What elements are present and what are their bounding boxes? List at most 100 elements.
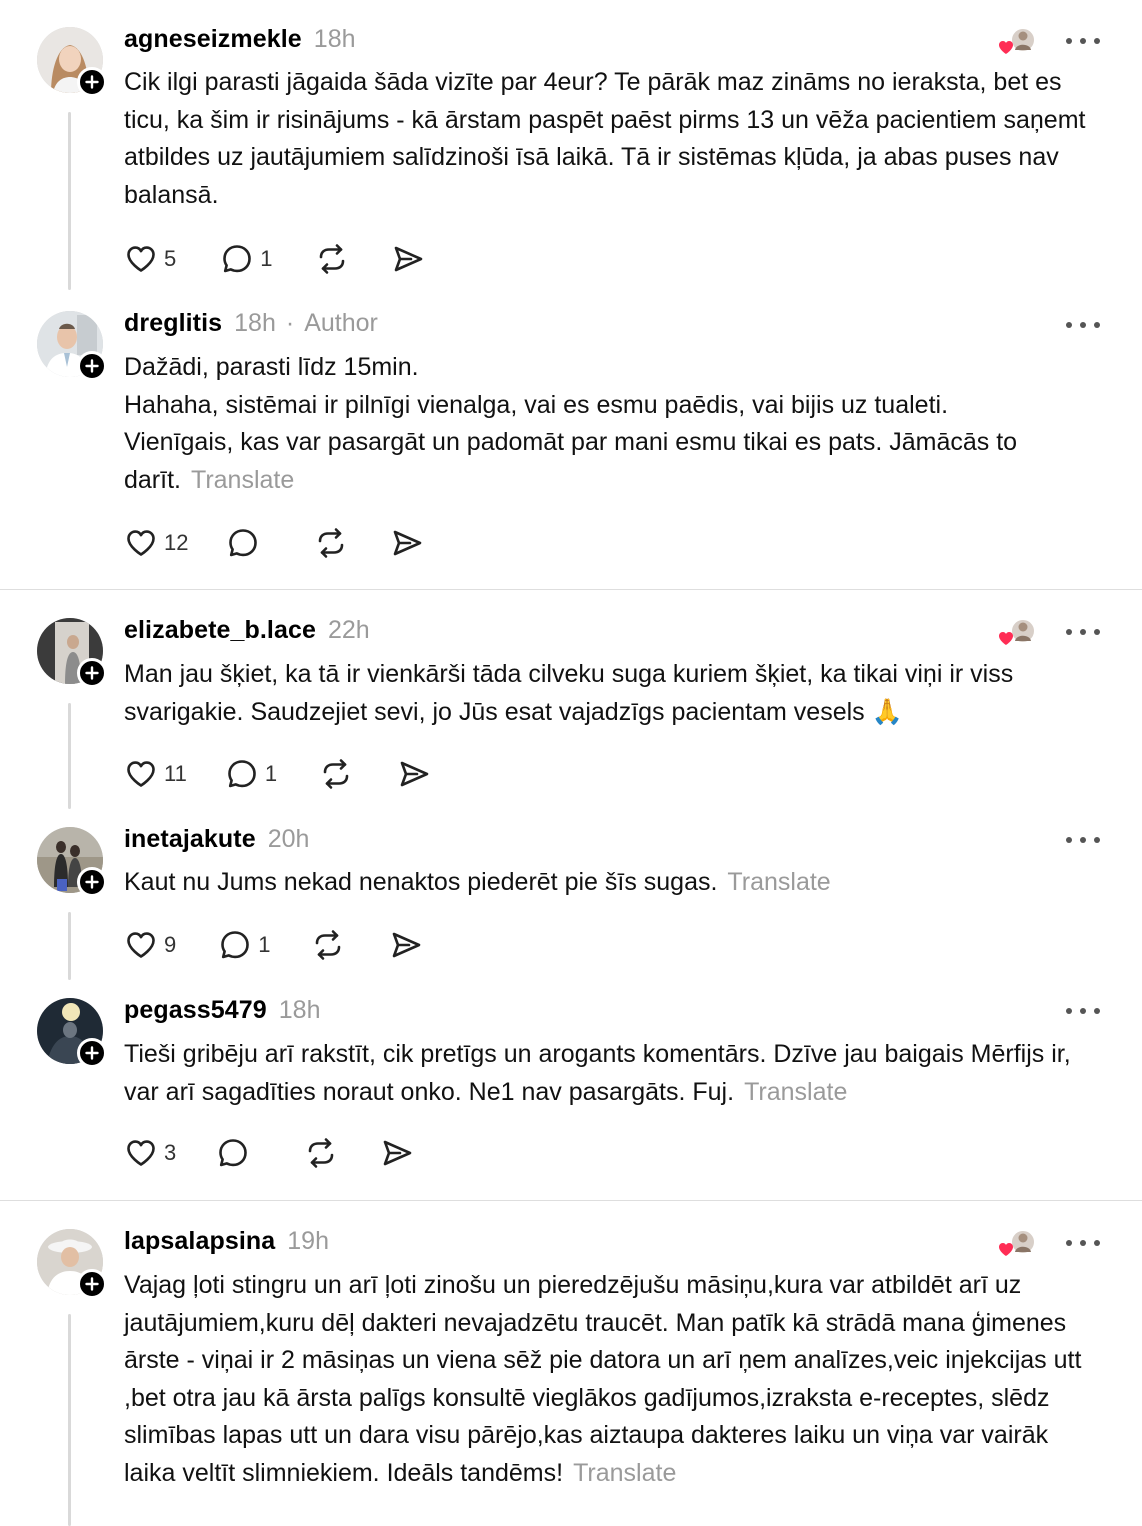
avatar[interactable] — [37, 1229, 107, 1299]
repost-icon — [311, 928, 345, 962]
post-text: Dažādi, parasti līdz 15min. Hahaha, sist… — [124, 353, 1018, 494]
post-text: Man jau šķiet, ka tā ir vienkārši tāda c… — [124, 660, 1014, 726]
heart-icon — [124, 1136, 158, 1170]
more-options-button[interactable] — [1066, 1006, 1100, 1016]
repost-icon — [314, 526, 348, 560]
like-button[interactable]: 12 — [124, 526, 188, 560]
plus-icon — [85, 359, 99, 373]
timestamp: 19h — [287, 1227, 329, 1255]
share-button[interactable] — [389, 928, 423, 962]
liked-by-author-icon — [997, 26, 1037, 56]
reply-count: 1 — [260, 246, 273, 271]
avatar[interactable] — [37, 27, 107, 97]
username[interactable]: pegass5479 — [124, 996, 267, 1025]
repost-button[interactable] — [314, 526, 348, 560]
thread-line — [68, 703, 71, 809]
heart-icon — [124, 526, 158, 560]
more-options-button[interactable] — [1066, 1238, 1100, 1248]
share-button[interactable] — [391, 242, 425, 276]
separator-dot: · — [285, 309, 295, 337]
liked-by-author-icon — [997, 1228, 1037, 1258]
repost-icon — [304, 1136, 338, 1170]
share-button[interactable] — [397, 757, 431, 791]
share-button[interactable] — [380, 1136, 414, 1170]
translate-link[interactable]: Translate — [573, 1459, 676, 1487]
thread-divider — [0, 1200, 1142, 1201]
share-icon — [389, 928, 423, 962]
timestamp: 18h — [278, 996, 321, 1024]
like-button[interactable]: 9 — [124, 928, 176, 962]
repost-button[interactable] — [319, 757, 353, 791]
username[interactable]: elizabete_b.lace — [124, 616, 316, 645]
share-icon — [380, 1136, 414, 1170]
post-text: Vajag ļoti stingru un arī ļoti zinošu un… — [124, 1271, 1082, 1487]
repost-button[interactable] — [315, 242, 349, 276]
follow-button[interactable] — [77, 1038, 107, 1068]
heart-icon — [124, 242, 158, 276]
thread-line — [68, 112, 71, 290]
liked-by-author-icon — [997, 617, 1037, 647]
like-button[interactable]: 11 — [124, 757, 187, 791]
share-button[interactable] — [390, 526, 424, 560]
plus-icon — [85, 1277, 99, 1291]
timestamp: 20h — [267, 825, 310, 853]
reply-button[interactable]: 1 — [225, 757, 277, 791]
reply-button[interactable] — [216, 1136, 266, 1170]
username[interactable]: lapsalapsina — [124, 1227, 275, 1256]
comment-icon — [218, 928, 252, 962]
plus-icon — [85, 875, 99, 889]
username[interactable]: agneseizmekle — [124, 25, 302, 54]
plus-icon — [85, 75, 99, 89]
more-options-button[interactable] — [1066, 835, 1100, 845]
plus-icon — [85, 666, 99, 680]
reply-button[interactable]: 1 — [220, 242, 273, 276]
avatar[interactable] — [37, 998, 107, 1068]
reply-count: 1 — [264, 761, 278, 786]
comment-icon — [216, 1136, 250, 1170]
more-options-button[interactable] — [1066, 36, 1100, 46]
post-text: Tieši gribēju arī rakstīt, cik pretīgs u… — [124, 1040, 1071, 1106]
reply-button[interactable]: 1 — [218, 928, 271, 962]
comment-icon — [225, 757, 259, 791]
like-count: 9 — [164, 932, 177, 957]
more-options-button[interactable] — [1066, 320, 1100, 330]
post-text: Kaut nu Jums nekad nenaktos piederēt pie… — [124, 868, 831, 896]
reply-count: 1 — [258, 932, 271, 957]
follow-button[interactable] — [77, 351, 107, 381]
post-text: Cik ilgi parasti jāgaida šāda vizīte par… — [124, 68, 1086, 209]
timestamp: 18h — [313, 25, 356, 53]
repost-button[interactable] — [304, 1136, 338, 1170]
comment-icon — [220, 242, 254, 276]
like-count: 12 — [164, 530, 189, 555]
username[interactable]: inetajakute — [124, 825, 256, 854]
follow-button[interactable] — [77, 658, 107, 688]
like-count: 5 — [164, 246, 177, 271]
repost-button[interactable] — [311, 928, 345, 962]
timestamp: 22h — [327, 616, 370, 644]
thread-divider — [0, 589, 1142, 590]
author-label: Author — [304, 309, 378, 337]
share-icon — [397, 757, 431, 791]
comment-icon — [226, 526, 260, 560]
plus-icon — [85, 1046, 99, 1060]
follow-button[interactable] — [77, 1269, 107, 1299]
share-icon — [390, 526, 424, 560]
translate-link[interactable]: Translate — [744, 1078, 847, 1106]
translate-link[interactable]: Translate — [727, 868, 830, 896]
heart-icon — [124, 928, 158, 962]
repost-icon — [319, 757, 353, 791]
more-options-button[interactable] — [1066, 627, 1100, 637]
translate-link[interactable]: Translate — [191, 466, 294, 494]
username[interactable]: dreglitis — [124, 309, 222, 338]
like-count: 11 — [164, 761, 187, 786]
avatar[interactable] — [37, 311, 107, 381]
like-button[interactable]: 3 — [124, 1136, 176, 1170]
follow-button[interactable] — [77, 867, 107, 897]
like-count: 3 — [164, 1140, 177, 1165]
follow-button[interactable] — [77, 67, 107, 97]
avatar[interactable] — [37, 618, 107, 688]
thread-line — [68, 1314, 71, 1526]
reply-button[interactable] — [226, 526, 276, 560]
like-button[interactable]: 5 — [124, 242, 176, 276]
avatar[interactable] — [37, 827, 107, 897]
